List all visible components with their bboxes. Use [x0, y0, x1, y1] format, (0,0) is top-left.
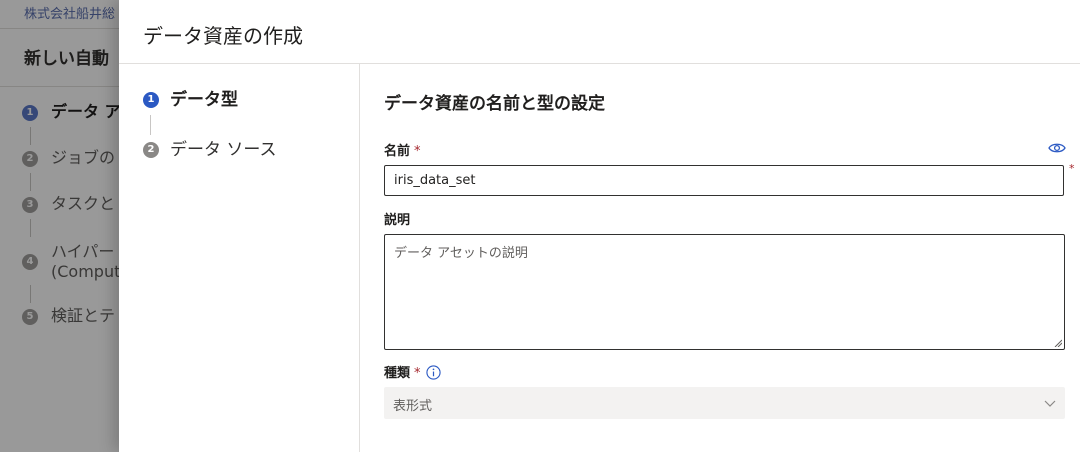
required-mark: * [1069, 162, 1075, 175]
step-label: データ型 [170, 90, 238, 110]
description-placeholder: データ アセットの説明 [394, 246, 528, 261]
required-mark: * [414, 144, 421, 159]
divider [359, 64, 360, 452]
name-input[interactable] [384, 165, 1064, 196]
chevron-down-icon [1044, 400, 1056, 407]
panel-title: データ資産の作成 [143, 24, 303, 48]
required-mark: * [414, 366, 421, 381]
description-textarea[interactable]: データ アセットの説明 [384, 234, 1065, 350]
section-title: データ資産の名前と型の設定 [384, 94, 605, 114]
description-label: 説明 [384, 213, 411, 228]
wizard-step-data-source[interactable]: 2 データ ソース [143, 138, 343, 162]
step-number: 2 [143, 142, 159, 158]
eye-icon[interactable] [1048, 141, 1066, 155]
wizard-step-data-type[interactable]: 1 データ型 [143, 88, 343, 112]
step-label: データ ソース [170, 140, 277, 160]
type-label-text: 種類 [384, 366, 411, 381]
type-label: 種類 * [384, 362, 421, 381]
divider [119, 63, 1080, 64]
resize-grip-icon[interactable] [1054, 339, 1062, 347]
step-connector [150, 115, 151, 135]
name-label-text: 名前 [384, 144, 411, 159]
type-dropdown[interactable]: 表形式 [384, 387, 1065, 419]
info-icon[interactable] [426, 365, 441, 380]
name-label: 名前 * [384, 140, 421, 159]
create-data-asset-panel: データ資産の作成 1 データ型 2 データ ソース データ資産の名前と型の設定 … [119, 0, 1080, 452]
step-number: 1 [143, 92, 159, 108]
type-dropdown-value: 表形式 [393, 399, 433, 414]
